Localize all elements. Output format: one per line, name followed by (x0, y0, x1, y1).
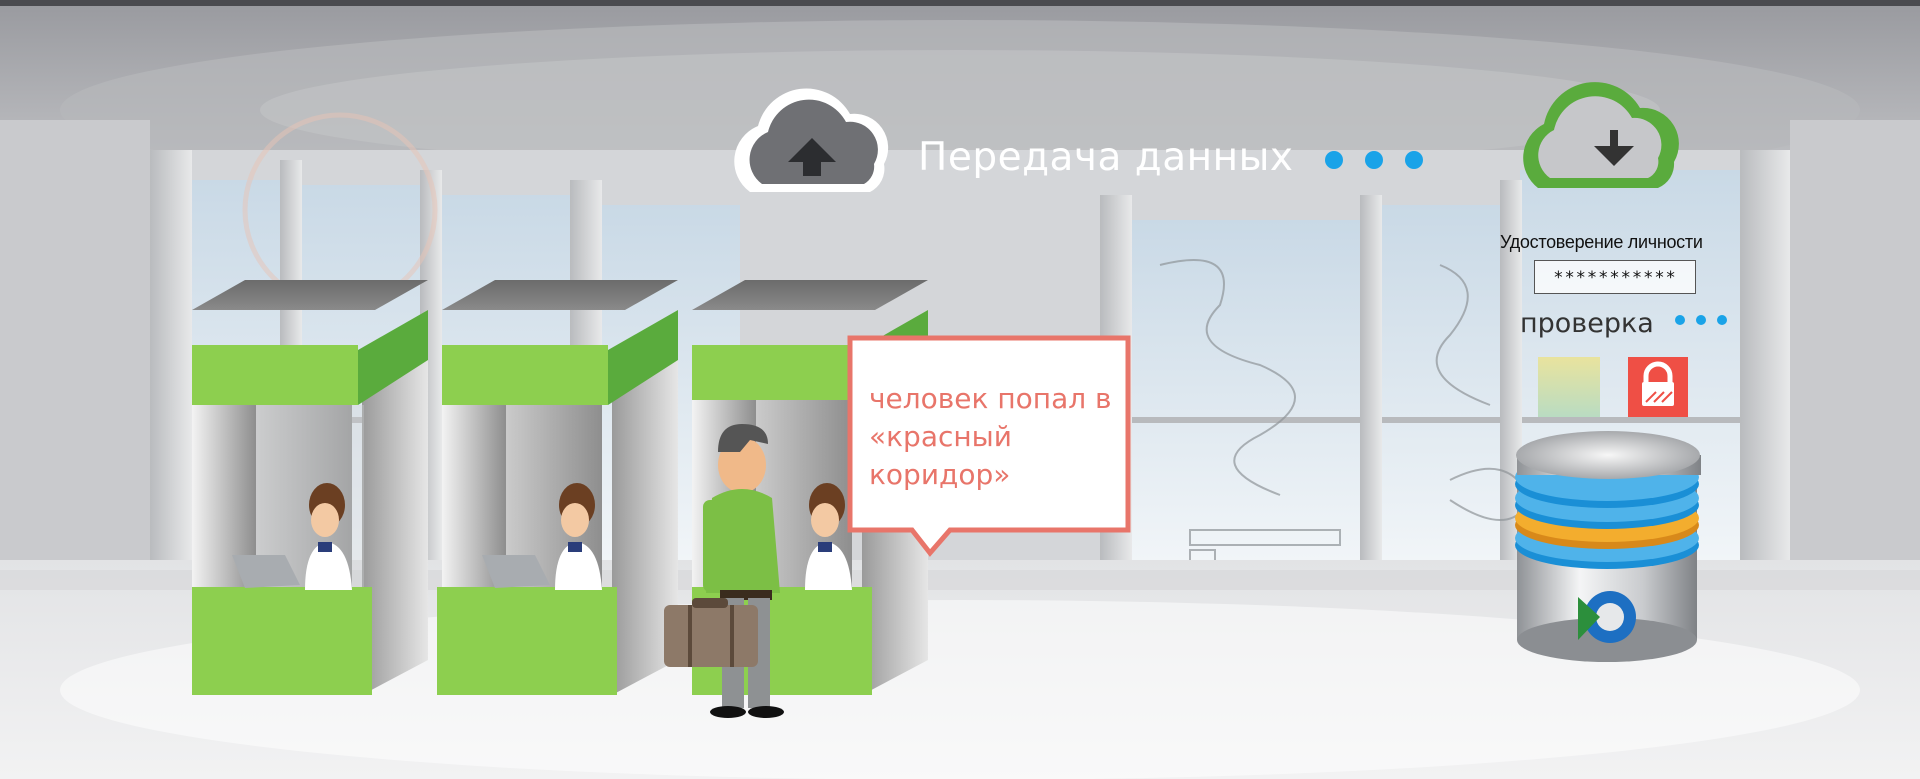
transfer-title: Передача данных (918, 135, 1294, 180)
check-dots (1675, 315, 1727, 325)
check-label: проверка (1520, 308, 1654, 339)
id-field: *********** (1534, 260, 1696, 294)
id-document-label: Удостоверение личности (1500, 232, 1703, 252)
database-icon (1515, 431, 1701, 662)
status-tile-neutral (1538, 357, 1600, 417)
callout-text: человек попал в «красный коридор» (869, 382, 1112, 491)
transfer-dots (1325, 151, 1423, 169)
scene: Передача данных Удостоверение личности *… (0, 0, 1920, 779)
lock-icon (1628, 357, 1688, 417)
